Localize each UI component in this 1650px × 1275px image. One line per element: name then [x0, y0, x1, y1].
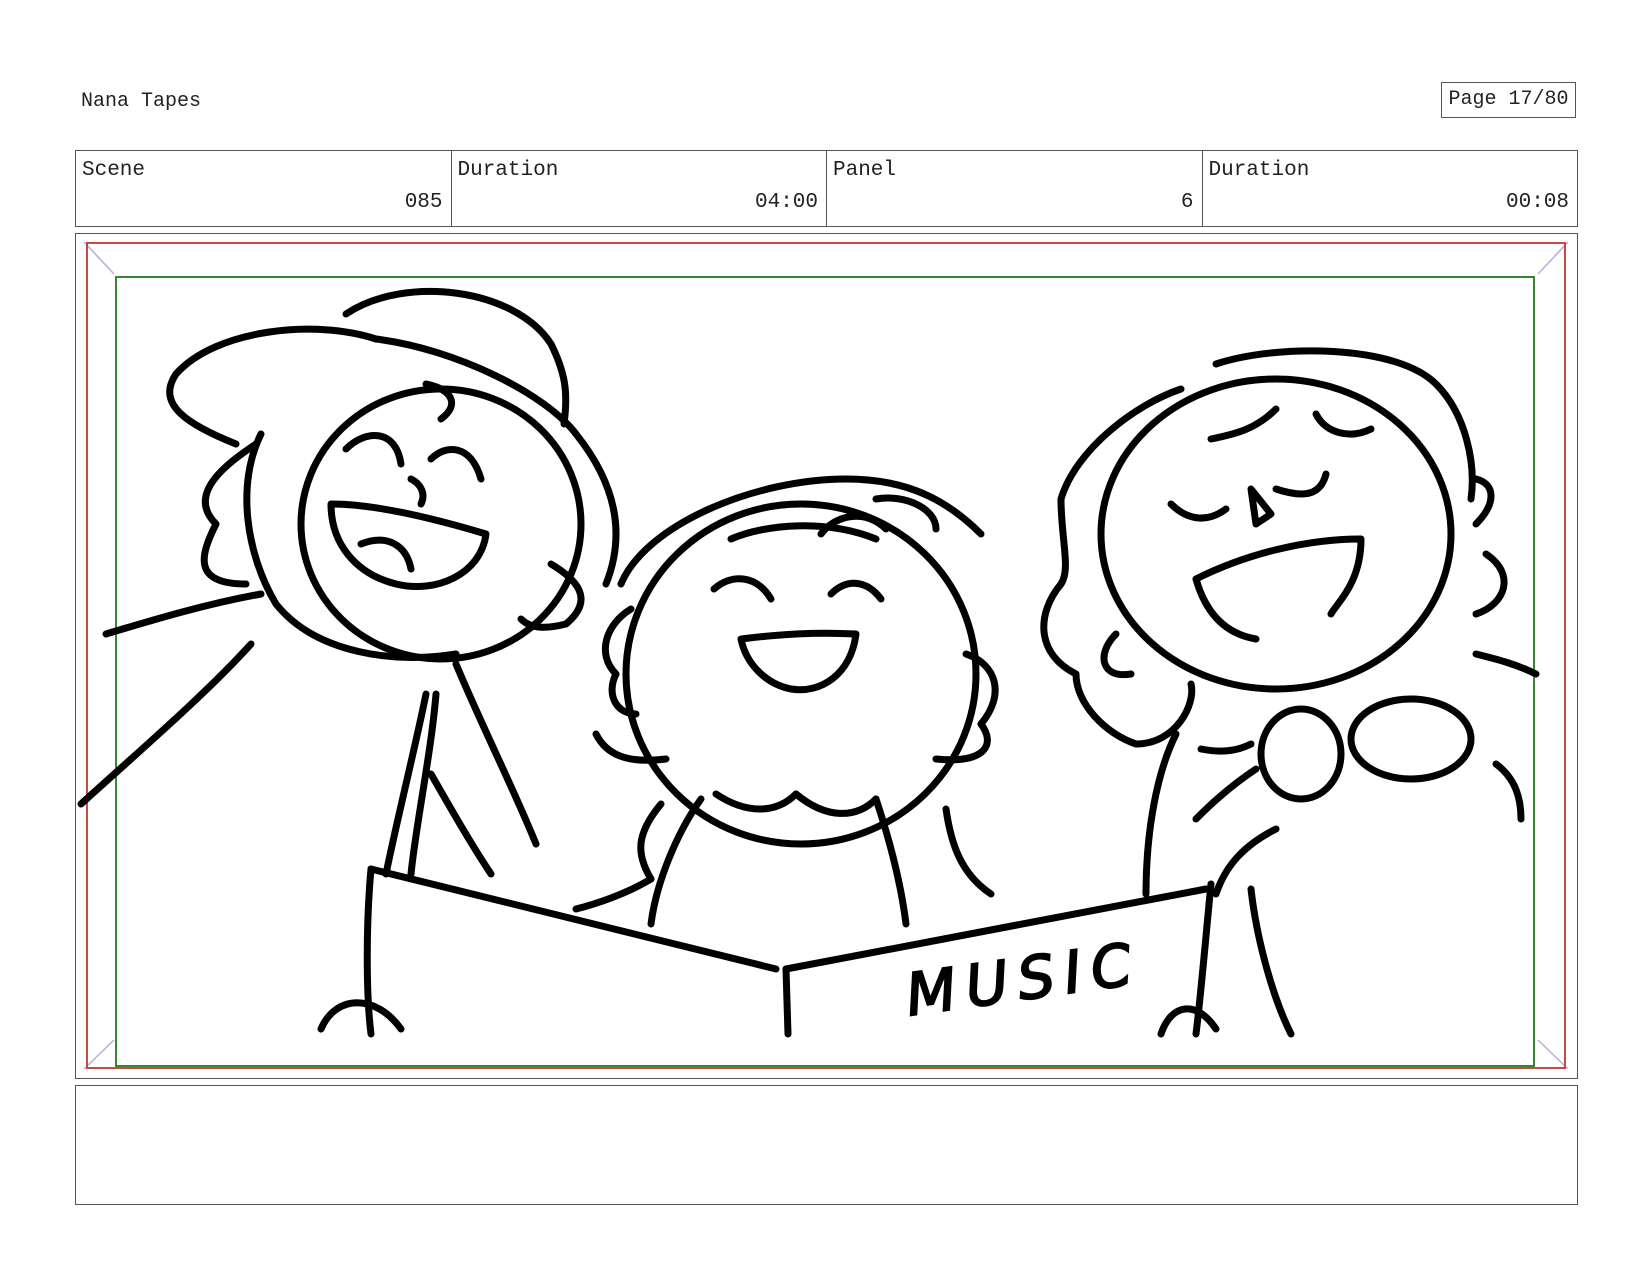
book-title: MUSIC: [902, 929, 1146, 1029]
frame-guides: [83, 241, 1569, 1070]
panel-duration-cell: Duration 00:08: [1203, 151, 1578, 226]
panel-label: Panel: [833, 159, 897, 182]
storyboard-frame: MUSIC: [75, 233, 1578, 1079]
scene-duration-label: Duration: [457, 159, 559, 182]
storyboard-drawing: MUSIC: [77, 241, 1569, 1070]
panel-duration-value: 00:08: [1505, 191, 1569, 214]
project-title: Nana Tapes: [81, 90, 202, 113]
scene-label: Scene: [82, 159, 146, 182]
scene-duration-cell: Duration 04:00: [452, 151, 827, 226]
action-safe-frame: [86, 242, 1566, 1069]
panel-cell: Panel 6: [827, 151, 1203, 226]
info-table: Scene 085 Duration 04:00 Panel 6 Duratio…: [75, 150, 1578, 227]
title-safe-frame: [115, 276, 1535, 1067]
left-character-drawing: [77, 287, 620, 878]
panel-duration-label: Duration: [1208, 159, 1310, 182]
scene-value: 085: [404, 191, 443, 214]
panel-value: 6: [1180, 191, 1194, 214]
notes-box: [75, 1085, 1578, 1205]
middle-character-drawing: [572, 475, 999, 928]
scene-cell: Scene 085: [76, 151, 452, 226]
page-indicator: Page 17/80: [1441, 82, 1576, 118]
scene-duration-value: 04:00: [754, 191, 818, 214]
